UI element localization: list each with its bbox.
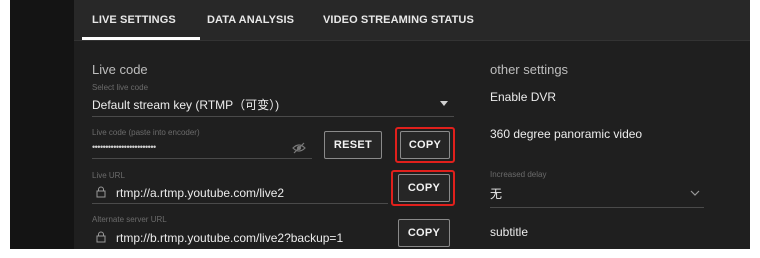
live-url-field[interactable]: rtmp://a.rtmp.youtube.com/live2 [116,186,284,200]
chevron-down-icon [690,190,700,196]
tab-live-settings[interactable]: LIVE SETTINGS [92,14,176,26]
lock-icon [96,186,106,198]
panoramic-video-setting[interactable]: 360 degree panoramic video [490,127,642,141]
copy-backup-url-button[interactable]: COPY [398,219,450,247]
stream-key-select[interactable]: Default stream key (RTMP（可变）) [92,96,452,114]
lock-icon [96,231,106,243]
select-live-code-label: Select live code [92,83,149,92]
stream-key-field[interactable]: •••••••••••••••••••••••• [92,142,156,152]
enable-dvr-setting[interactable]: Enable DVR [490,90,556,104]
tab-data-analysis[interactable]: DATA ANALYSIS [207,14,294,26]
delay-label: Increased delay [490,170,547,179]
copy-live-url-highlight [391,170,455,206]
chevron-down-icon [440,101,448,106]
delay-select-value: 无 [490,187,503,201]
live-settings-panel: Live code Select live code Default strea… [74,41,750,249]
backup-url-label: Alternate server URL [92,215,167,224]
eye-off-icon[interactable] [292,142,306,154]
delay-select[interactable]: 无 [490,183,704,203]
select-underline [92,116,454,117]
subtitle-setting[interactable]: subtitle [490,225,528,239]
backup-url-field[interactable]: rtmp://b.rtmp.youtube.com/live2?backup=1 [116,231,343,245]
stream-key-select-value: Default stream key (RTMP（可变）) [92,98,280,112]
tab-video-streaming-status[interactable]: VIDEO STREAMING STATUS [323,14,474,26]
delay-underline [490,207,704,208]
live-code-key-label: Live code (paste into encoder) [92,128,200,137]
active-tab-indicator [82,37,200,40]
live-url-underline [92,203,388,204]
key-underline [92,158,312,159]
tab-bar: LIVE SETTINGS DATA ANALYSIS VIDEO STREAM… [74,0,750,41]
left-rail [10,0,74,249]
live-control-room: LIVE SETTINGS DATA ANALYSIS VIDEO STREAM… [10,0,750,249]
other-settings-title: other settings [490,62,569,77]
live-code-title: Live code [92,62,148,77]
reset-button[interactable]: RESET [324,131,382,159]
copy-key-highlight [395,127,455,163]
live-url-label: Live URL [92,171,125,180]
